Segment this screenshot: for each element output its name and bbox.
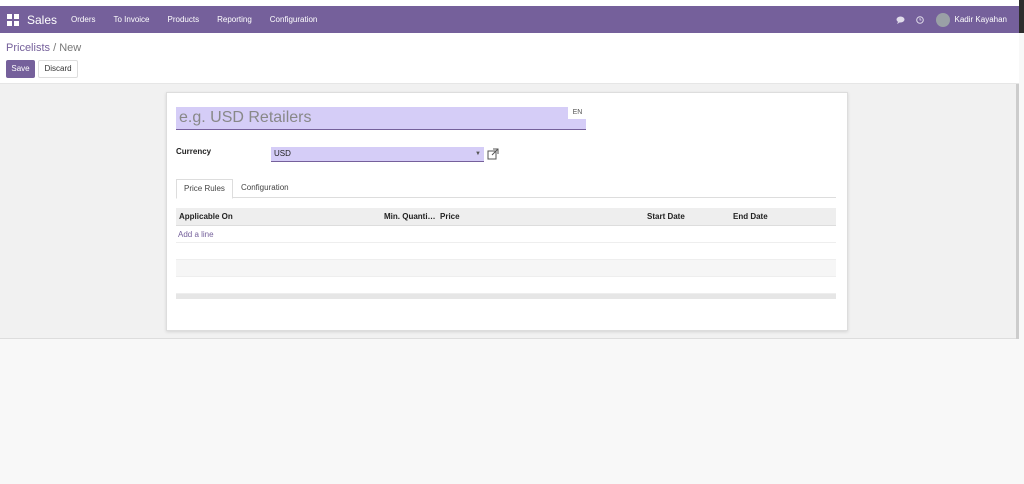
- breadcrumb-separator: /: [53, 42, 57, 54]
- col-applicable-on[interactable]: Applicable On: [179, 212, 233, 221]
- table-row: Add a line: [176, 226, 836, 243]
- top-navbar: Sales Orders To Invoice Products Reporti…: [0, 6, 1019, 33]
- table-row: [176, 243, 836, 260]
- currency-label: Currency: [176, 147, 212, 156]
- external-link-icon[interactable]: [487, 148, 499, 160]
- add-line-link[interactable]: Add a line: [178, 230, 214, 239]
- chat-icon[interactable]: [896, 16, 905, 24]
- table-row: [176, 260, 836, 277]
- language-button[interactable]: EN: [568, 107, 587, 119]
- user-name[interactable]: Kadir Kayahan: [955, 15, 1007, 24]
- col-end-date[interactable]: End Date: [733, 212, 768, 221]
- tab-configuration[interactable]: Configuration: [234, 179, 296, 196]
- menu-orders[interactable]: Orders: [71, 15, 95, 24]
- apps-icon[interactable]: [7, 13, 19, 26]
- avatar[interactable]: [935, 12, 950, 27]
- menu-configuration[interactable]: Configuration: [270, 15, 318, 24]
- discard-button[interactable]: Discard: [38, 60, 78, 78]
- form-sheet: EN Currency USD ▼ Price Rules Configurat…: [166, 92, 848, 331]
- clock-icon[interactable]: [915, 15, 924, 24]
- tab-price-rules[interactable]: Price Rules: [176, 179, 233, 199]
- dropdown-caret-icon[interactable]: ▼: [475, 147, 481, 161]
- table-footer: [176, 294, 836, 299]
- currency-select[interactable]: USD ▼: [271, 147, 484, 162]
- breadcrumb-pricelists[interactable]: Pricelists: [6, 42, 50, 54]
- menu-reporting[interactable]: Reporting: [217, 15, 252, 24]
- col-start-date[interactable]: Start Date: [647, 212, 685, 221]
- col-min-quantity[interactable]: Min. Quanti…: [384, 212, 436, 221]
- menu-products[interactable]: Products: [168, 15, 200, 24]
- name-input[interactable]: [176, 107, 562, 129]
- menu-to-invoice[interactable]: To Invoice: [113, 15, 149, 24]
- table-row: [176, 277, 836, 294]
- form-tabs: Price Rules Configuration: [176, 179, 836, 199]
- save-button[interactable]: Save: [6, 60, 35, 78]
- breadcrumb: Pricelists / New: [6, 42, 81, 54]
- price-rules-table: Applicable On Min. Quanti… Price Start D…: [176, 208, 836, 299]
- window-edge: [1019, 0, 1024, 33]
- app-brand[interactable]: Sales: [27, 13, 57, 27]
- col-price[interactable]: Price: [440, 212, 460, 221]
- scrollbar[interactable]: [1016, 84, 1019, 344]
- page-background: [0, 339, 1019, 484]
- breadcrumb-current: New: [59, 42, 82, 54]
- table-header: Applicable On Min. Quanti… Price Start D…: [176, 208, 836, 226]
- name-field[interactable]: [176, 107, 586, 130]
- control-panel: Pricelists / New Save Discard: [0, 33, 1019, 84]
- currency-value: USD: [274, 149, 291, 158]
